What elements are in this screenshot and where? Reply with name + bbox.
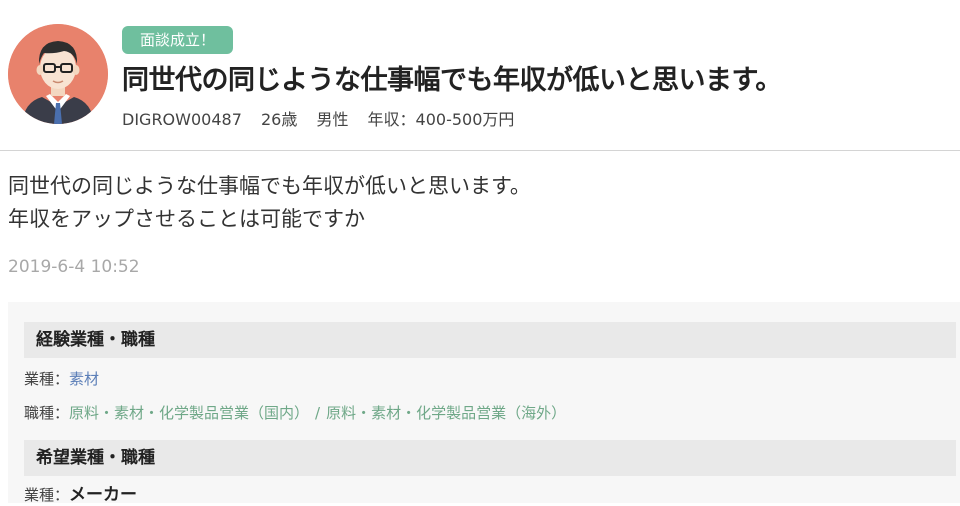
profile-panel: 経験業種・職種 業種：素材 職種：原料・素材・化学製品営業（国内） / 原料・素材・… bbox=[8, 302, 960, 505]
user-income: 年収：400-500万円 bbox=[367, 110, 515, 129]
industry-link[interactable]: 素材 bbox=[69, 370, 99, 388]
user-id: DIGROW00487 bbox=[122, 110, 242, 129]
post-body-line: 年収をアップさせることは可能ですか bbox=[8, 207, 365, 231]
status-badge: 面談成立！ bbox=[122, 26, 234, 54]
man-with-glasses-avatar-icon bbox=[8, 24, 108, 124]
divider bbox=[0, 150, 960, 151]
job-link-domestic[interactable]: 原料・素材・化学製品営業（国内） bbox=[69, 404, 309, 422]
desired-industry-value: メーカー bbox=[69, 485, 138, 505]
page-title: 同世代の同じような仕事幅でも年収が低いと思います。 bbox=[122, 65, 782, 96]
experience-industry-row: 業種：素材 bbox=[24, 368, 99, 390]
post-header: 面談成立！ 同世代の同じような仕事幅でも年収が低いと思います。 DIGROW00… bbox=[0, 0, 960, 150]
user-meta: DIGROW00487 26歳 男性 年収：400-500万円 bbox=[122, 108, 528, 132]
avatar-icon bbox=[8, 24, 108, 124]
industry-label: 業種： bbox=[24, 370, 70, 388]
desired-heading: 希望業種・職種 bbox=[24, 440, 956, 476]
post-body: 同世代の同じような仕事幅でも年収が低いと思います。 年収をアップさせることは可能… bbox=[8, 170, 531, 236]
user-gender: 男性 bbox=[316, 110, 349, 129]
post-body-line: 同世代の同じような仕事幅でも年収が低いと思います。 bbox=[8, 174, 531, 198]
experience-heading: 経験業種・職種 bbox=[24, 322, 956, 358]
job-label: 職種： bbox=[24, 404, 70, 422]
job-link-overseas[interactable]: 原料・素材・化学製品営業（海外） bbox=[326, 404, 566, 422]
user-age: 26歳 bbox=[260, 110, 298, 129]
experience-job-row: 職種：原料・素材・化学製品営業（国内） / 原料・素材・化学製品営業（海外） bbox=[24, 402, 566, 424]
post-timestamp: 2019-6-4 10:52 bbox=[8, 257, 140, 277]
desired-industry-label: 業種： bbox=[24, 486, 70, 504]
job-separator: / bbox=[315, 404, 321, 422]
